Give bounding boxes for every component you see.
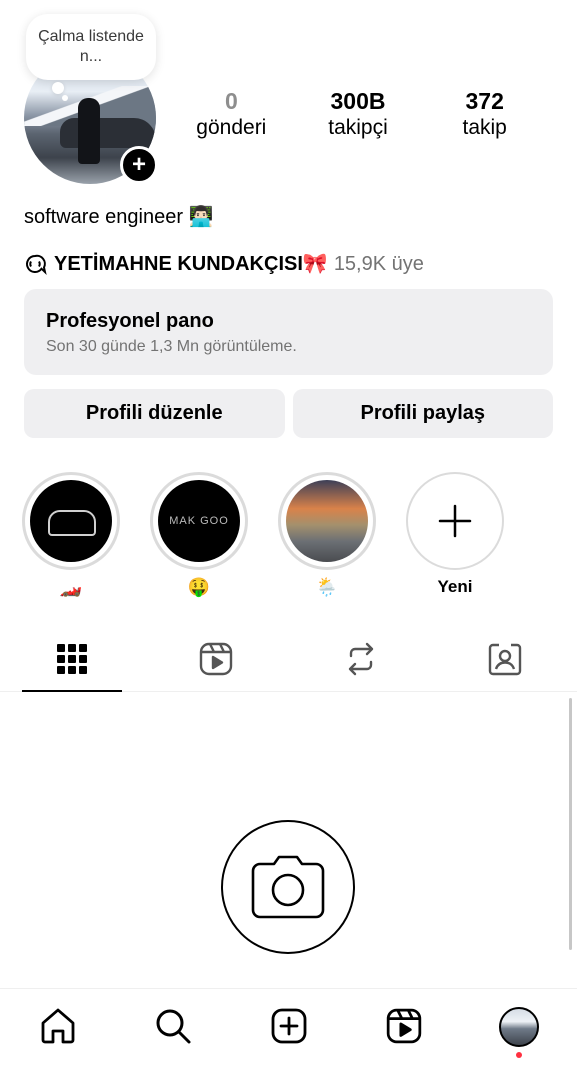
stat-posts[interactable]: 0 gönderi [168,88,295,142]
nav-create[interactable] [231,989,346,1080]
search-icon [156,1009,191,1044]
home-icon [41,1008,75,1044]
dashboard-title: Profesyonel pano [46,310,214,332]
highlight-cover [286,480,368,562]
create-icon [271,1008,306,1044]
highlight-label: 🤑 [187,577,211,597]
tab-posts-grid[interactable] [0,626,144,692]
notification-dot [516,1052,523,1058]
plus-icon [438,504,472,538]
stat-following-label: takip [462,116,507,139]
highlight-cover-text: MAK GOO [169,515,229,527]
stat-following-value: 372 [465,88,504,114]
nav-home[interactable] [0,989,115,1080]
new-highlight-ring [406,472,504,570]
tab-reposts[interactable] [289,626,433,691]
tagged-icon [488,643,522,675]
highlight-label: 🌦️ [315,577,339,597]
highlight-item[interactable]: 🌦️ [278,472,376,598]
note-tail-small [62,95,68,101]
highlight-cover: MAK GOO [158,480,240,562]
highlight-ring: MAK GOO [150,472,248,570]
broadcast-channel-icon [26,254,47,275]
highlight-label: 🏎️ [59,577,83,597]
repost-icon [348,642,373,675]
tab-tagged[interactable] [433,626,577,691]
note-text: Çalma listende n... [38,28,144,65]
stat-followers-label: takipçi [328,116,388,139]
channel-members: 15,9K üye [333,253,424,275]
nav-search[interactable] [115,989,230,1080]
bottom-navigation [0,988,577,1080]
nav-profile[interactable] [462,989,577,1080]
professional-dashboard[interactable]: Profesyonel pano Son 30 günde 1,3 Mn gör… [24,289,553,375]
nav-reels[interactable] [346,989,461,1080]
empty-posts-camera[interactable] [221,820,355,954]
broadcast-channel-link[interactable]: YETİMAHNE KUNDAKÇISI🎀 15,9K üye [24,250,424,278]
stat-posts-label: gönderi [196,116,267,139]
tab-reels[interactable] [144,626,288,691]
note-tail [52,82,64,94]
new-highlight-button[interactable]: Yeni [406,472,504,598]
profile-actions: Profili düzenle Profili paylaş [24,389,553,438]
note-bubble[interactable]: Çalma listende n... [26,14,156,80]
highlight-item[interactable]: 🏎️ [22,472,120,598]
scrollbar[interactable] [569,698,572,950]
profile-bio: software engineer 👨🏻‍💻 [24,206,214,228]
stat-followers[interactable]: 300B takipçi [295,88,422,142]
add-story-icon[interactable]: + [120,146,158,184]
profile-avatar-icon [499,1007,540,1047]
highlight-ring [22,472,120,570]
highlight-ring [278,472,376,570]
profile-tabs [0,626,577,692]
highlight-item[interactable]: MAK GOO 🤑 [150,472,248,598]
highlight-cover [30,480,112,562]
reels-icon [386,1008,422,1044]
new-highlight-label: Yeni [437,577,473,596]
stat-posts-value: 0 [224,88,238,114]
dashboard-subtitle: Son 30 günde 1,3 Mn görüntüleme. [46,338,297,355]
stat-followers-value: 300B [330,88,386,114]
edit-profile-button[interactable]: Profili düzenle [24,389,285,438]
stat-following[interactable]: 372 takip [421,88,548,142]
grid-icon [57,643,88,674]
profile-stats: 0 gönderi 300B takipçi 372 takip [168,88,548,142]
share-profile-button[interactable]: Profili paylaş [292,389,553,438]
channel-name: YETİMAHNE KUNDAKÇISI🎀 [54,253,328,275]
reels-icon [200,642,233,675]
story-highlights: 🏎️ MAK GOO 🤑 🌦️ Yeni [22,472,504,598]
camera-icon [251,855,325,919]
